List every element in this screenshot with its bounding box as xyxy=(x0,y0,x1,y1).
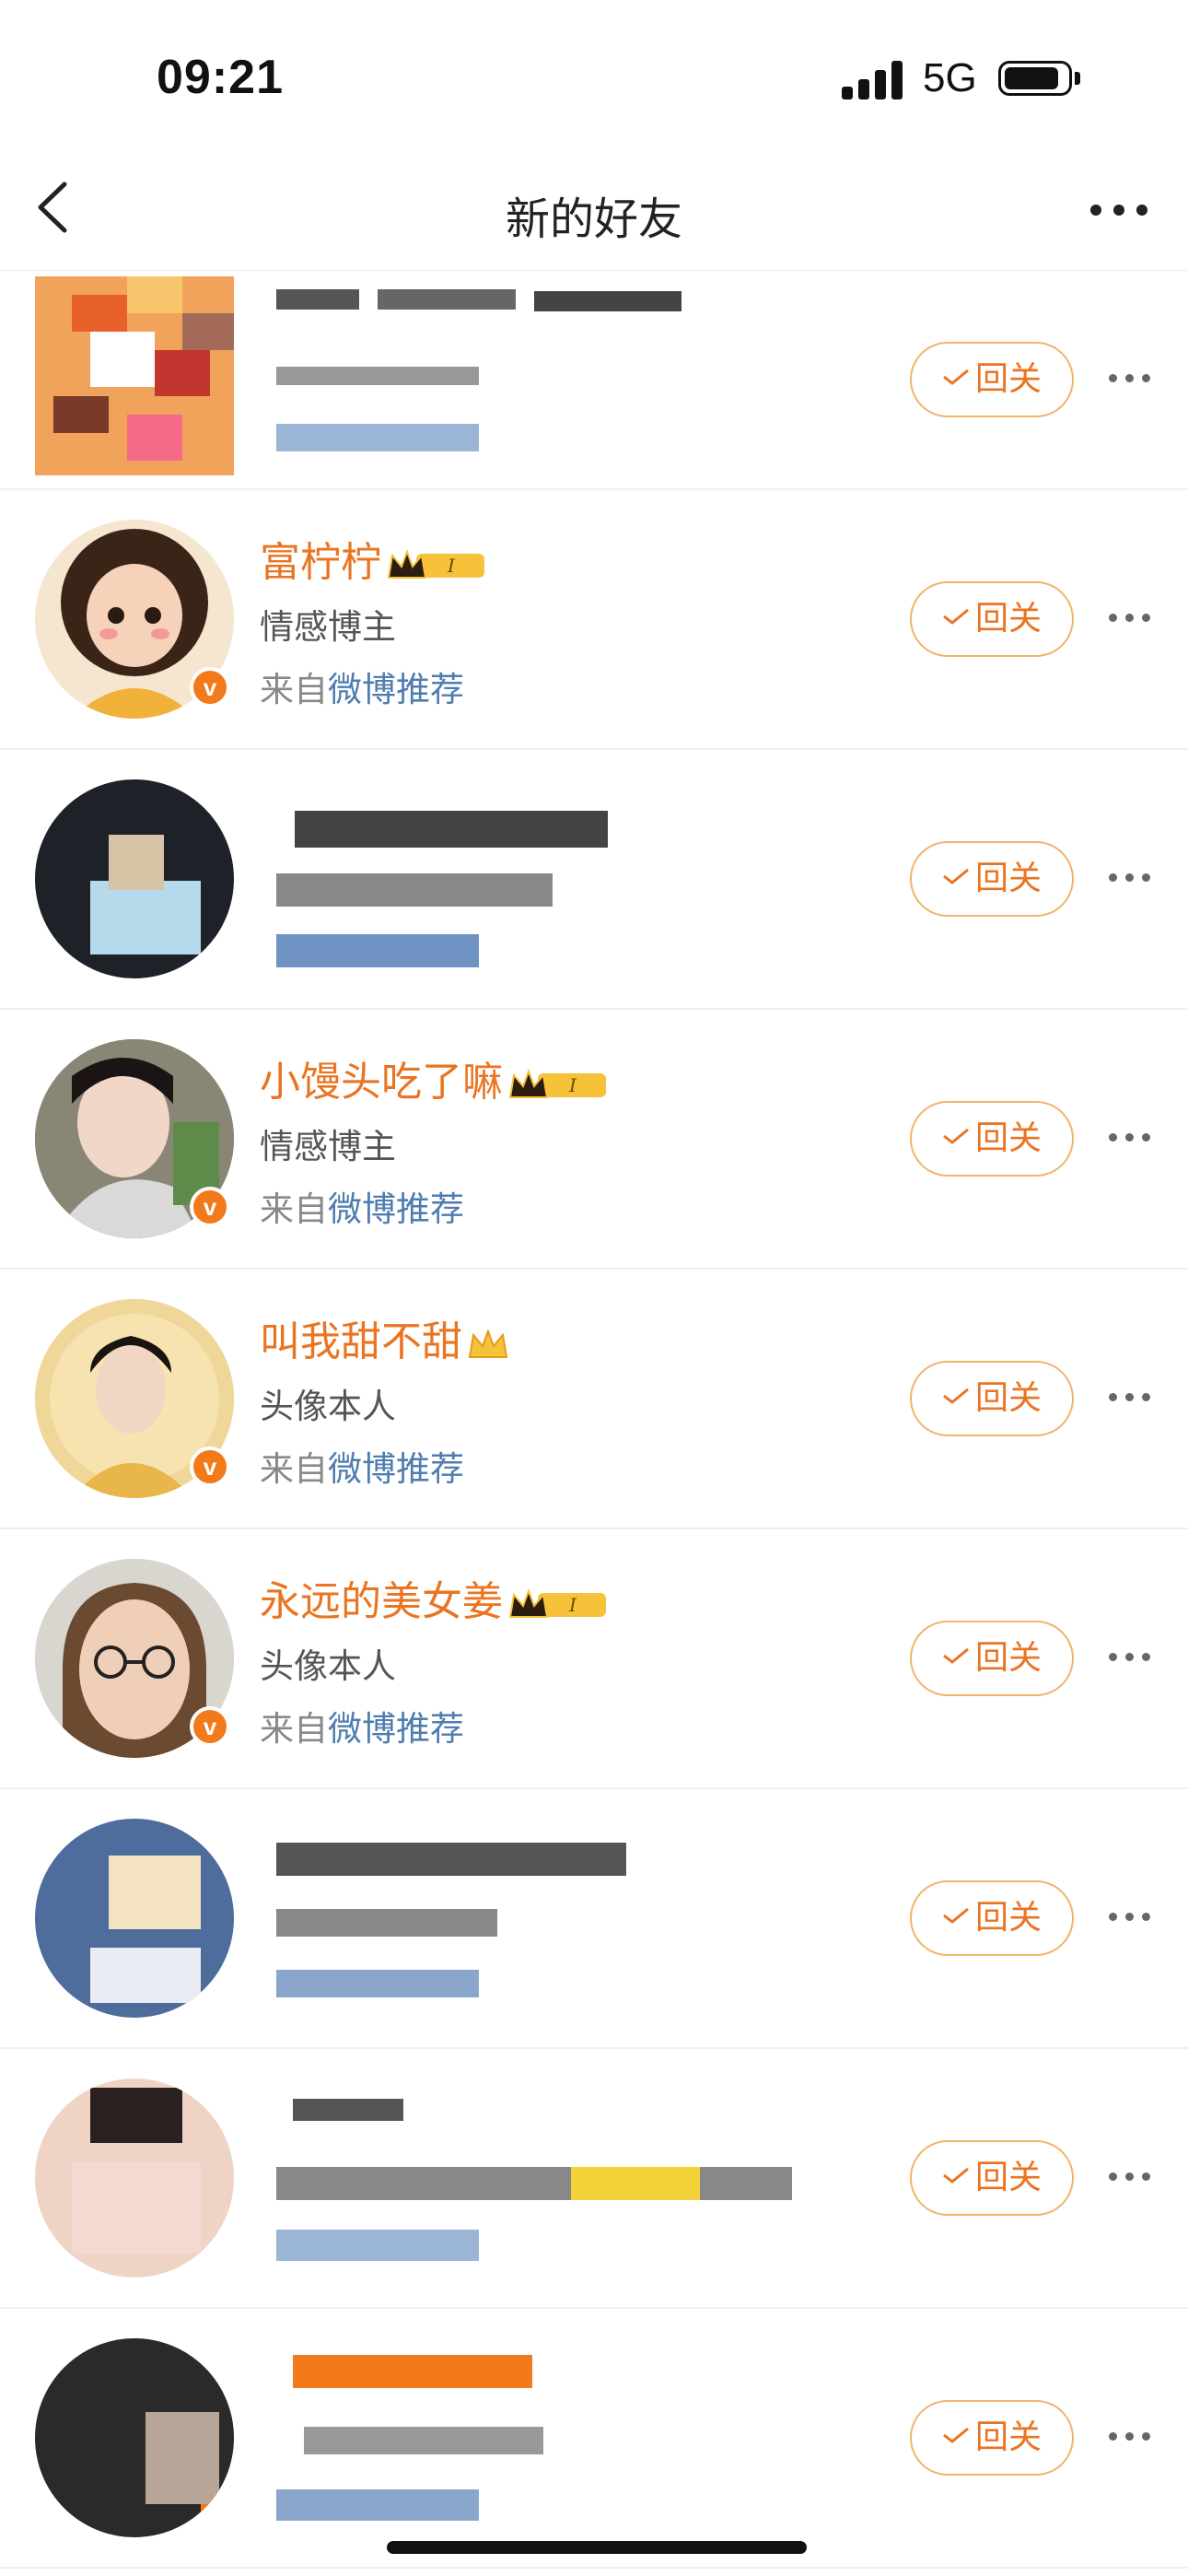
user-description: 头像本人 xyxy=(260,1387,396,1426)
source-link[interactable]: 微博推荐 xyxy=(328,1189,464,1229)
more-button[interactable] xyxy=(1109,873,1155,884)
svg-text:I: I xyxy=(568,1594,577,1616)
avatar[interactable] xyxy=(35,2338,234,2537)
list-item[interactable]: 回关 xyxy=(0,750,1188,1010)
avatar[interactable] xyxy=(35,2078,234,2277)
more-button[interactable] xyxy=(1109,1913,1155,1924)
more-button[interactable] xyxy=(1109,1393,1155,1404)
list-item[interactable]: v 富柠柠 I 情感博主 来自微博推荐 回关 xyxy=(0,490,1188,750)
list-item[interactable]: 回关 xyxy=(0,2309,1188,2569)
svg-text:I: I xyxy=(447,555,456,577)
source-text: 来自微博推荐 xyxy=(260,670,464,709)
svg-text:I: I xyxy=(568,1074,577,1096)
check-icon xyxy=(943,1647,969,1664)
follow-back-button[interactable]: 回关 xyxy=(910,2140,1074,2216)
network-type: 5G xyxy=(923,55,977,100)
follow-back-button[interactable]: 回关 xyxy=(910,1621,1074,1696)
follow-back-button[interactable]: 回关 xyxy=(910,342,1074,417)
list-item[interactable]: 回关 xyxy=(0,271,1188,490)
more-button[interactable] xyxy=(1109,2432,1155,2443)
more-button[interactable] xyxy=(1109,614,1155,625)
follow-back-button[interactable]: 回关 xyxy=(910,581,1074,657)
verified-badge-icon: v xyxy=(190,1706,230,1747)
vip-crown-icon: I xyxy=(508,1588,606,1618)
vip-crown-icon xyxy=(468,1329,508,1358)
user-name[interactable]: 永远的美女姜 I xyxy=(260,1568,610,1627)
list-item[interactable]: 回关 xyxy=(0,2049,1188,2309)
status-bar: 09:21 5G xyxy=(0,0,1188,147)
verified-badge-icon: v xyxy=(190,667,230,708)
user-description: 头像本人 xyxy=(260,1646,396,1686)
check-icon xyxy=(943,2427,969,2443)
source-text: 来自微博推荐 xyxy=(260,1709,464,1749)
more-button[interactable] xyxy=(1109,374,1155,385)
check-icon xyxy=(943,1128,969,1144)
follow-back-button[interactable]: 回关 xyxy=(910,841,1074,917)
more-button[interactable] xyxy=(1109,1133,1155,1144)
home-indicator xyxy=(387,2541,807,2554)
user-description: 情感博主 xyxy=(260,1127,396,1166)
avatar[interactable] xyxy=(35,276,234,475)
status-time: 09:21 xyxy=(157,51,284,104)
more-button[interactable] xyxy=(1109,2172,1155,2184)
nav-bar: 新的好友 xyxy=(0,147,1188,271)
check-icon xyxy=(943,2167,969,2184)
verified-badge-icon: v xyxy=(190,1187,230,1227)
check-icon xyxy=(943,1907,969,1924)
source-link[interactable]: 微博推荐 xyxy=(328,1449,464,1489)
user-name[interactable]: 叫我甜不甜 xyxy=(260,1308,512,1367)
vip-crown-icon: I xyxy=(508,1069,606,1098)
page-title: 新的好友 xyxy=(505,193,682,245)
user-name[interactable]: 小馒头吃了嘛 I xyxy=(260,1048,610,1107)
list-item[interactable]: 回关 xyxy=(0,1789,1188,2049)
source-link[interactable]: 微博推荐 xyxy=(328,670,464,709)
more-button[interactable] xyxy=(1109,1653,1155,1664)
follow-back-button[interactable]: 回关 xyxy=(910,2400,1074,2476)
follow-back-button[interactable]: 回关 xyxy=(910,1101,1074,1177)
more-button[interactable] xyxy=(1077,175,1160,240)
source-text: 来自微博推荐 xyxy=(260,1189,464,1229)
new-friends-list: 回关 v 富柠柠 I 情感博主 来自微博推荐 回关 回关 v 小馒头吃了嘛 I … xyxy=(0,271,1188,2569)
list-item[interactable]: v 永远的美女姜 I 头像本人 来自微博推荐 回关 xyxy=(0,1529,1188,1789)
avatar[interactable] xyxy=(35,779,234,978)
avatar[interactable] xyxy=(35,1819,234,2018)
source-text: 来自微博推荐 xyxy=(260,1449,464,1489)
follow-back-button[interactable]: 回关 xyxy=(910,1880,1074,1956)
follow-back-button[interactable]: 回关 xyxy=(910,1361,1074,1436)
check-icon xyxy=(943,1388,969,1404)
user-name[interactable]: 富柠柠 I xyxy=(260,529,488,588)
verified-badge-icon: v xyxy=(190,1446,230,1487)
battery-icon xyxy=(998,61,1083,100)
source-link[interactable]: 微博推荐 xyxy=(328,1709,464,1749)
list-item[interactable]: v 叫我甜不甜 头像本人 来自微博推荐 回关 xyxy=(0,1270,1188,1529)
user-description: 情感博主 xyxy=(260,607,396,647)
check-icon xyxy=(943,608,969,625)
check-icon xyxy=(943,369,969,385)
list-item[interactable]: v 小馒头吃了嘛 I 情感博主 来自微博推荐 回关 xyxy=(0,1010,1188,1270)
check-icon xyxy=(943,868,969,884)
vip-crown-icon: I xyxy=(387,549,484,579)
signal-icon xyxy=(842,59,906,100)
